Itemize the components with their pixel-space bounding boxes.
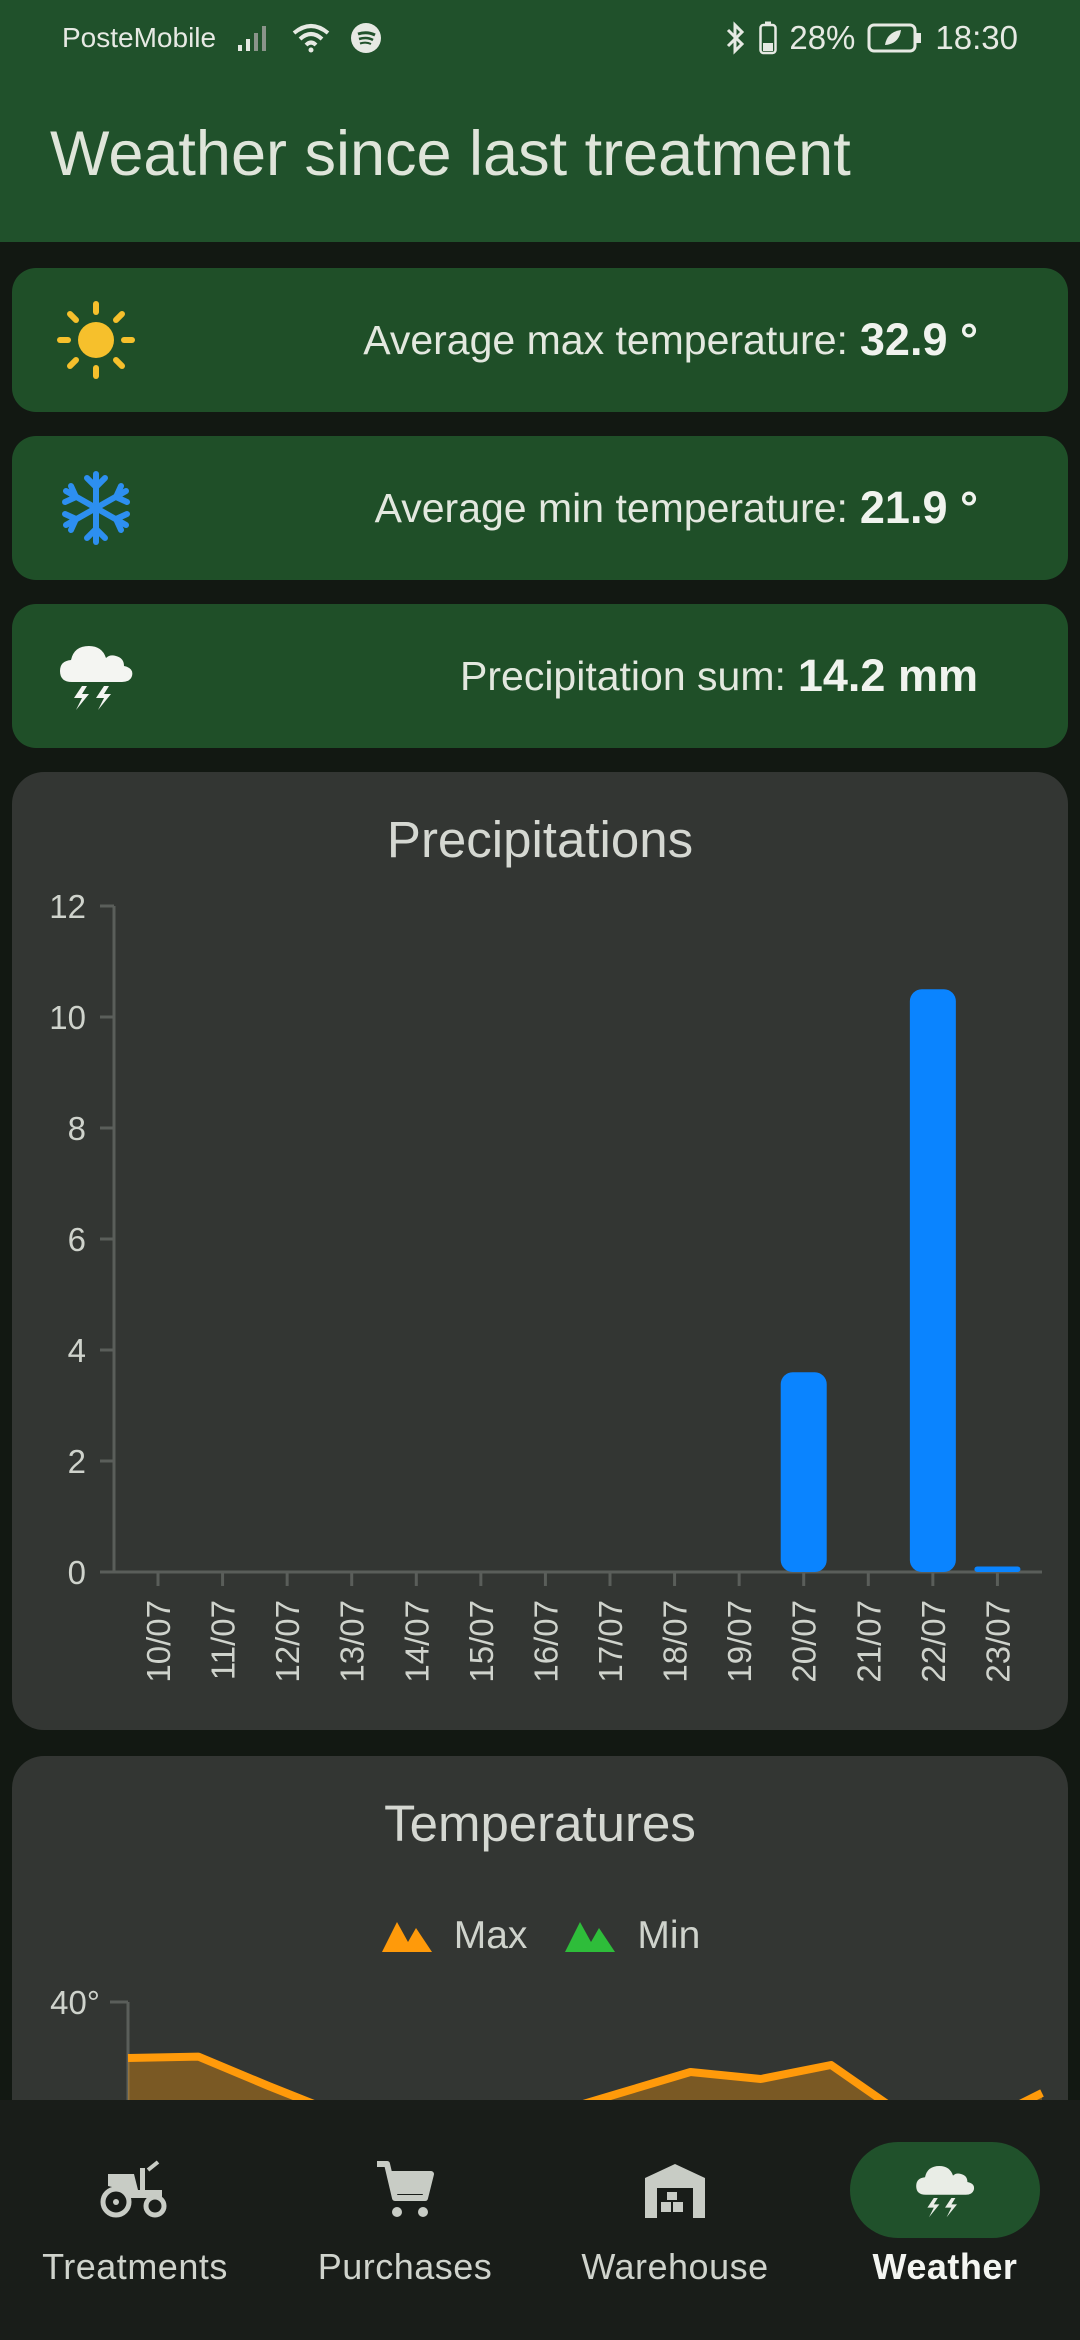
thunderstorm-icon (60, 646, 133, 710)
page-title: Weather since last treatment (50, 119, 851, 189)
precipitation-bar (909, 989, 956, 1572)
thunderstorm-icon (916, 2166, 975, 2218)
avg-max-temp-card: Average max temperature: 32.9 ° (12, 268, 1068, 412)
bottom-navigation: Treatments Purchases Warehouse Weather (0, 2100, 1080, 2340)
x-tick-label: 11/07 (205, 1600, 242, 1680)
nav-item-treatments[interactable]: Treatments (0, 2100, 270, 2340)
x-tick-label: 12/07 (269, 1600, 306, 1683)
x-tick-label: 10/07 (140, 1600, 177, 1683)
sun-icon (57, 301, 135, 379)
y-tick-label: 2 (68, 1443, 86, 1480)
app-bar: Weather since last treatment (0, 76, 1080, 242)
nav-label-weather: Weather (872, 2246, 1018, 2287)
status-bar: PosteMobile 28% 18:30 (0, 0, 1080, 76)
precipitation-sum-label: Precipitation sum: (460, 652, 786, 699)
x-tick-label: 15/07 (463, 1600, 500, 1683)
precipitation-bar (780, 1372, 827, 1572)
x-tick-label: 18/07 (657, 1600, 694, 1683)
avg-min-temp-card: Average min temperature: 21.9 ° (12, 436, 1068, 580)
x-tick-label: 23/07 (979, 1600, 1016, 1683)
x-tick-label: 22/07 (915, 1600, 952, 1683)
cart-icon (377, 2161, 434, 2217)
y-tick-label: 4 (68, 1332, 86, 1369)
x-tick-label: 20/07 (786, 1600, 823, 1683)
nav-label-warehouse: Warehouse (581, 2246, 769, 2287)
x-tick-label: 21/07 (850, 1600, 887, 1683)
x-tick-label: 19/07 (721, 1600, 758, 1683)
nav-label-purchases: Purchases (317, 2246, 493, 2287)
bluetooth-icon (727, 21, 745, 55)
signal-icon (238, 26, 267, 51)
y-tick-label: 40° (50, 1984, 100, 2021)
nav-label-treatments: Treatments (42, 2246, 228, 2287)
warehouse-icon (645, 2164, 705, 2218)
y-tick-label: 6 (68, 1221, 86, 1258)
nav-pill-purchases (310, 2142, 500, 2238)
clock: 18:30 (935, 19, 1018, 56)
nav-item-warehouse[interactable]: Warehouse (540, 2100, 810, 2340)
precipitations-chart-panel: Precipitations 0 2 4 6 8 10 12 10/07 11/07 12/07 1… (12, 772, 1068, 1730)
nav-item-purchases[interactable]: Purchases (270, 2100, 540, 2340)
precipitation-sum-card: Precipitation sum: 14.2 mm (12, 604, 1068, 748)
wifi-icon (292, 24, 330, 53)
battery-icon (759, 21, 778, 55)
y-tick-label: 12 (49, 888, 86, 925)
precipitations-chart: 0 2 4 6 8 10 12 10/07 11/07 12/07 13/07 14/07 15/07 1… (49, 888, 1042, 1683)
snowflake-icon (62, 471, 130, 545)
spotify-icon (351, 23, 382, 53)
precipitation-sum-value: 14.2 mm (797, 650, 978, 701)
carrier-label: PosteMobile (62, 22, 217, 53)
avg-min-temp-value: 21.9 ° (859, 482, 978, 533)
x-tick-label: 16/07 (527, 1600, 564, 1683)
avg-min-temp-label: Average min temperature: (374, 484, 848, 531)
nav-pill-treatments (40, 2142, 230, 2238)
x-tick-label: 17/07 (592, 1600, 629, 1683)
nav-pill-weather (850, 2142, 1040, 2238)
y-tick-label: 10 (49, 999, 86, 1036)
battery-percent: 28% (789, 19, 856, 56)
y-tick-label: 0 (68, 1554, 86, 1591)
y-tick-label: 8 (68, 1110, 86, 1147)
nav-pill-warehouse (580, 2142, 770, 2238)
temperatures-chart: 40° (50, 1984, 1044, 2132)
precipitation-bar (974, 1566, 1021, 1572)
avg-max-temp-label: Average max temperature: (363, 316, 848, 363)
x-tick-label: 14/07 (398, 1600, 435, 1683)
x-tick-label: 13/07 (334, 1600, 371, 1683)
tractor-icon (100, 2160, 167, 2218)
avg-max-temp-value: 32.9 ° (859, 314, 978, 365)
temperatures-chart-panel: Temperatures Max Min 40° (12, 1756, 1068, 2156)
nav-item-weather[interactable]: Weather (810, 2100, 1080, 2340)
battery-saver-icon (867, 23, 922, 53)
